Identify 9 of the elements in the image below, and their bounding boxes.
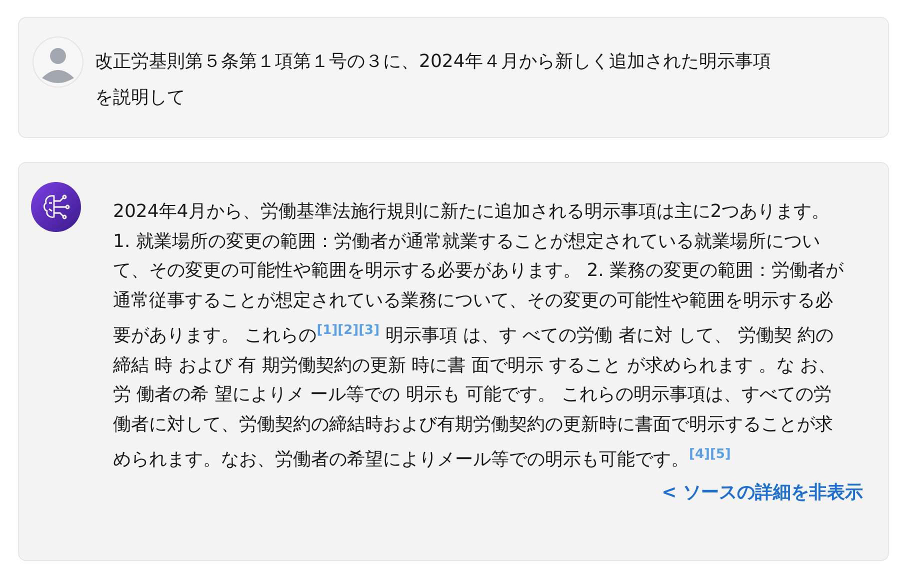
citation-link[interactable]: [2]	[338, 322, 359, 338]
citation-link[interactable]: [5]	[710, 446, 731, 462]
ai-brain-icon	[30, 181, 82, 233]
question-text: 改正労基則第５条第１項第１号の３に、2024年４月から新しく追加された明示事項を説明して	[95, 50, 772, 110]
citation-link[interactable]: [4]	[689, 446, 710, 462]
hide-sources-link[interactable]: < ソースの詳細を非表示	[662, 480, 863, 504]
citation-link[interactable]: [1]	[316, 322, 338, 338]
citation-link[interactable]: [3]	[358, 322, 380, 338]
user-avatar-icon	[32, 36, 84, 88]
